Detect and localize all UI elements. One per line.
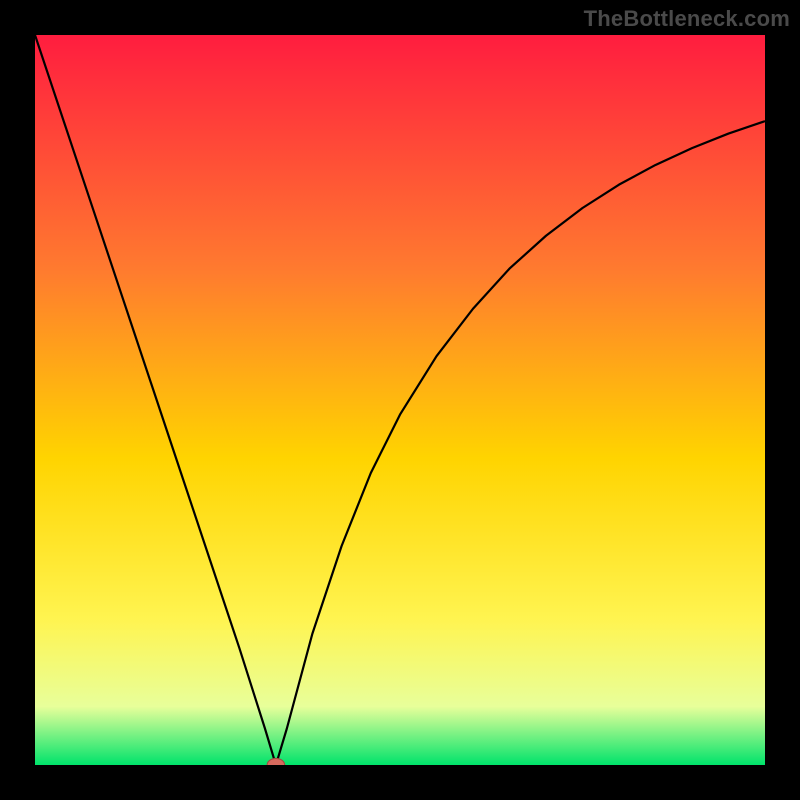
outer-frame: TheBottleneck.com [0,0,800,800]
bottleneck-chart [35,35,765,765]
gradient-background [35,35,765,765]
watermark-text: TheBottleneck.com [584,6,790,32]
